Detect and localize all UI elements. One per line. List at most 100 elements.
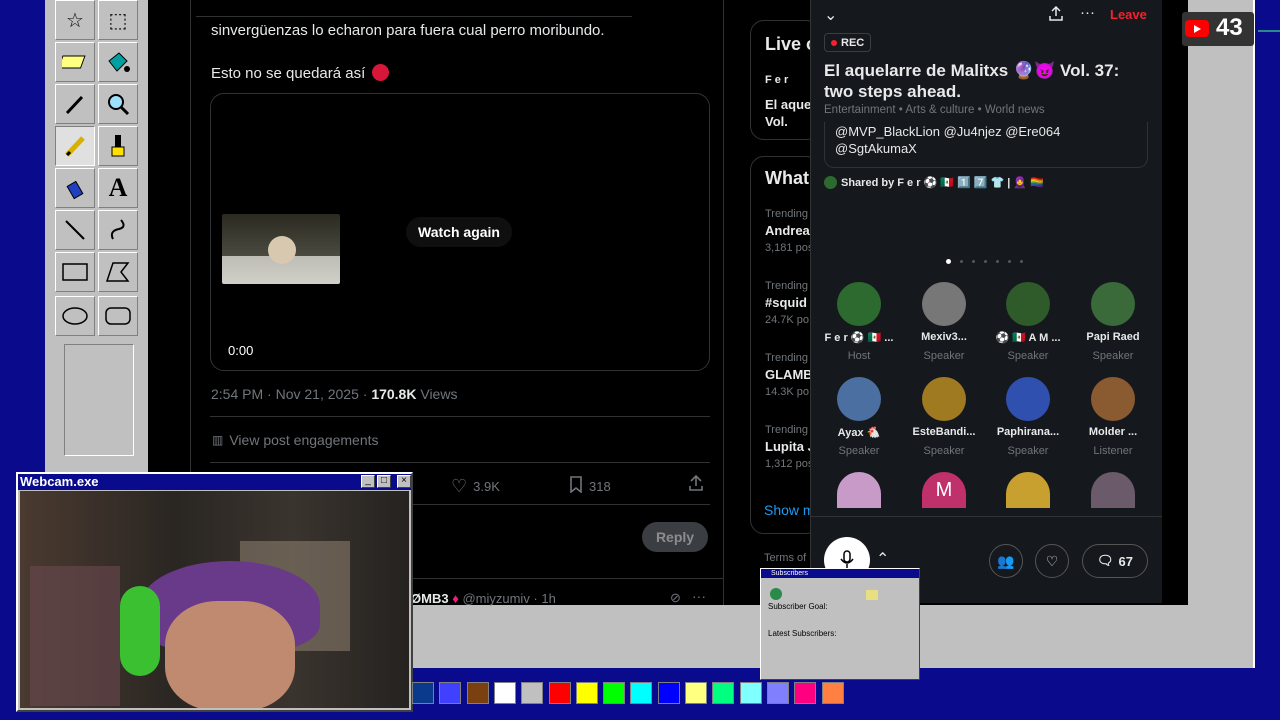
palette-swatch[interactable]	[630, 682, 653, 704]
trend-item[interactable]: Trending GLAMB 14.3K po	[765, 352, 813, 398]
post-meta: 2:54 PM · Nov 21, 2025 · 170.8K Views	[211, 386, 457, 402]
subscriber-count: 43	[1216, 14, 1243, 41]
space-tags: Entertainment • Arts & culture • World n…	[824, 104, 1045, 116]
magnifier-icon[interactable]	[98, 84, 138, 124]
palette-swatch[interactable]	[493, 682, 516, 704]
comment-count: 67	[1118, 553, 1133, 569]
palette-swatch[interactable]	[657, 682, 680, 704]
palette-swatch[interactable]	[439, 682, 462, 704]
palette-swatch[interactable]	[821, 682, 844, 704]
trend-name: Andrea	[765, 223, 810, 238]
space-title: El aquelarre de Malitxs 🔮😈 Vol. 37: two …	[824, 61, 1120, 101]
pencil-icon[interactable]	[55, 126, 95, 166]
more-dots-icon[interactable]: ···	[692, 588, 706, 604]
speaker-avatar[interactable]	[1006, 377, 1050, 421]
trend-count: 24.7K po	[765, 314, 810, 326]
heart-icon: ♡	[451, 476, 468, 496]
palette-swatch[interactable]	[794, 682, 817, 704]
share-icon[interactable]	[1048, 5, 1064, 27]
leave-button[interactable]: Leave	[1110, 7, 1147, 22]
eraser-icon[interactable]	[55, 42, 95, 82]
palette-swatch[interactable]	[739, 682, 762, 704]
speaker-avatar[interactable]	[1006, 282, 1050, 326]
trend-count: 1,312 pos	[765, 458, 814, 470]
bookmark-button[interactable]: 318	[569, 476, 611, 496]
speaker-name: Mexiv3...	[921, 331, 967, 343]
trend-count: 3,181 pos	[765, 242, 814, 254]
speaker-avatar[interactable]	[922, 377, 966, 421]
terms-link[interactable]: Terms of S	[764, 552, 817, 564]
speaker-avatar[interactable]	[922, 282, 966, 326]
polygon-tool-icon[interactable]	[98, 252, 138, 292]
like-count: 3.9K	[473, 479, 500, 494]
speaker-role: Speaker	[1007, 350, 1049, 362]
listener-avatar[interactable]	[837, 472, 881, 508]
webcam-titlebar[interactable]: Webcam.exe	[18, 474, 411, 490]
desktop-line	[1258, 30, 1280, 32]
palette-swatch[interactable]	[466, 682, 489, 704]
ellipse-tool-icon[interactable]	[55, 296, 95, 336]
show-more-link[interactable]: Show m	[764, 502, 815, 518]
palette-swatch[interactable]	[575, 682, 598, 704]
rectangle-tool-icon[interactable]	[55, 252, 95, 292]
palette-swatch[interactable]	[603, 682, 626, 704]
listener-avatar[interactable]	[1091, 472, 1135, 508]
trend-item[interactable]: Trending Andrea 3,181 pos	[765, 208, 813, 254]
tool-options-box[interactable]	[64, 344, 134, 456]
trend-item[interactable]: Trending #squid 24.7K po	[765, 280, 809, 326]
share-icon[interactable]	[688, 474, 704, 497]
text-tool-icon[interactable]: A	[98, 168, 138, 208]
palette-swatch[interactable]	[685, 682, 707, 704]
post-timestamp: 2:54 PM · Nov 21, 2025 ·	[211, 386, 372, 402]
people-button[interactable]: 👥	[989, 544, 1023, 578]
view-engagements-link[interactable]: ▥ View post engagements	[212, 432, 379, 448]
comment-icon: 🗨	[1097, 553, 1114, 568]
speaker-avatar[interactable]	[837, 377, 881, 421]
trend-name: #squid	[765, 295, 807, 310]
grok-icon[interactable]: ⊘	[670, 590, 681, 606]
minimize-button[interactable]: _	[361, 475, 375, 488]
rec-dot-icon	[831, 39, 837, 46]
like-button[interactable]: ♡ 3.9K	[451, 476, 500, 497]
trend-item[interactable]: Trending Lupita J 1,312 pos	[765, 424, 815, 470]
post-text-line1: sinvergüenzas lo echaron para fuera cual…	[211, 22, 605, 39]
comments-button[interactable]: 🗨 67	[1082, 544, 1148, 578]
palette-swatch[interactable]	[712, 682, 735, 704]
curve-tool-icon[interactable]	[98, 210, 138, 250]
divider	[210, 416, 710, 417]
airbrush-icon[interactable]	[55, 168, 95, 208]
page-dots	[946, 259, 1023, 264]
speaker-avatar[interactable]	[1091, 377, 1135, 421]
listener-avatar[interactable]: M	[922, 472, 966, 508]
trend-name: Lupita J	[765, 439, 815, 454]
palette-swatch[interactable]	[766, 682, 789, 704]
free-select-icon[interactable]: ☆	[55, 0, 95, 40]
watch-again-button[interactable]: Watch again	[406, 217, 512, 247]
speaker-avatar[interactable]	[837, 282, 881, 326]
palette-swatch[interactable]	[548, 682, 571, 704]
chevron-up-icon[interactable]: ⌃	[876, 549, 889, 569]
line-tool-icon[interactable]	[55, 210, 95, 250]
palette-swatch[interactable]	[521, 682, 544, 704]
maximize-button[interactable]: □	[377, 475, 391, 488]
subscribers-titlebar[interactable]: Subscribers	[761, 569, 919, 578]
reply-handle: @miyzumiv · 1h	[462, 591, 556, 606]
speaker-role: Speaker	[1092, 350, 1134, 362]
close-button[interactable]: ×	[397, 475, 411, 488]
reply-preview[interactable]: ØMB3 ♦ @miyzumiv · 1h	[411, 591, 556, 606]
more-dots-icon[interactable]: ···	[1080, 4, 1095, 21]
palette-swatch[interactable]	[412, 682, 434, 704]
avatar	[824, 176, 837, 189]
speaker-avatar[interactable]	[1091, 282, 1135, 326]
react-button[interactable]: ♡	[1035, 544, 1069, 578]
folder-icon	[866, 590, 878, 600]
color-picker-icon[interactable]	[55, 84, 95, 124]
reply-button[interactable]: Reply	[642, 522, 708, 552]
globe-icon	[770, 588, 782, 600]
chevron-down-icon[interactable]: ⌄	[824, 5, 837, 25]
fill-bucket-icon[interactable]	[98, 42, 138, 82]
brush-icon[interactable]	[98, 126, 138, 166]
rounded-rect-tool-icon[interactable]	[98, 296, 138, 336]
rect-select-icon[interactable]: ⬚	[98, 0, 138, 40]
listener-avatar[interactable]	[1006, 472, 1050, 508]
